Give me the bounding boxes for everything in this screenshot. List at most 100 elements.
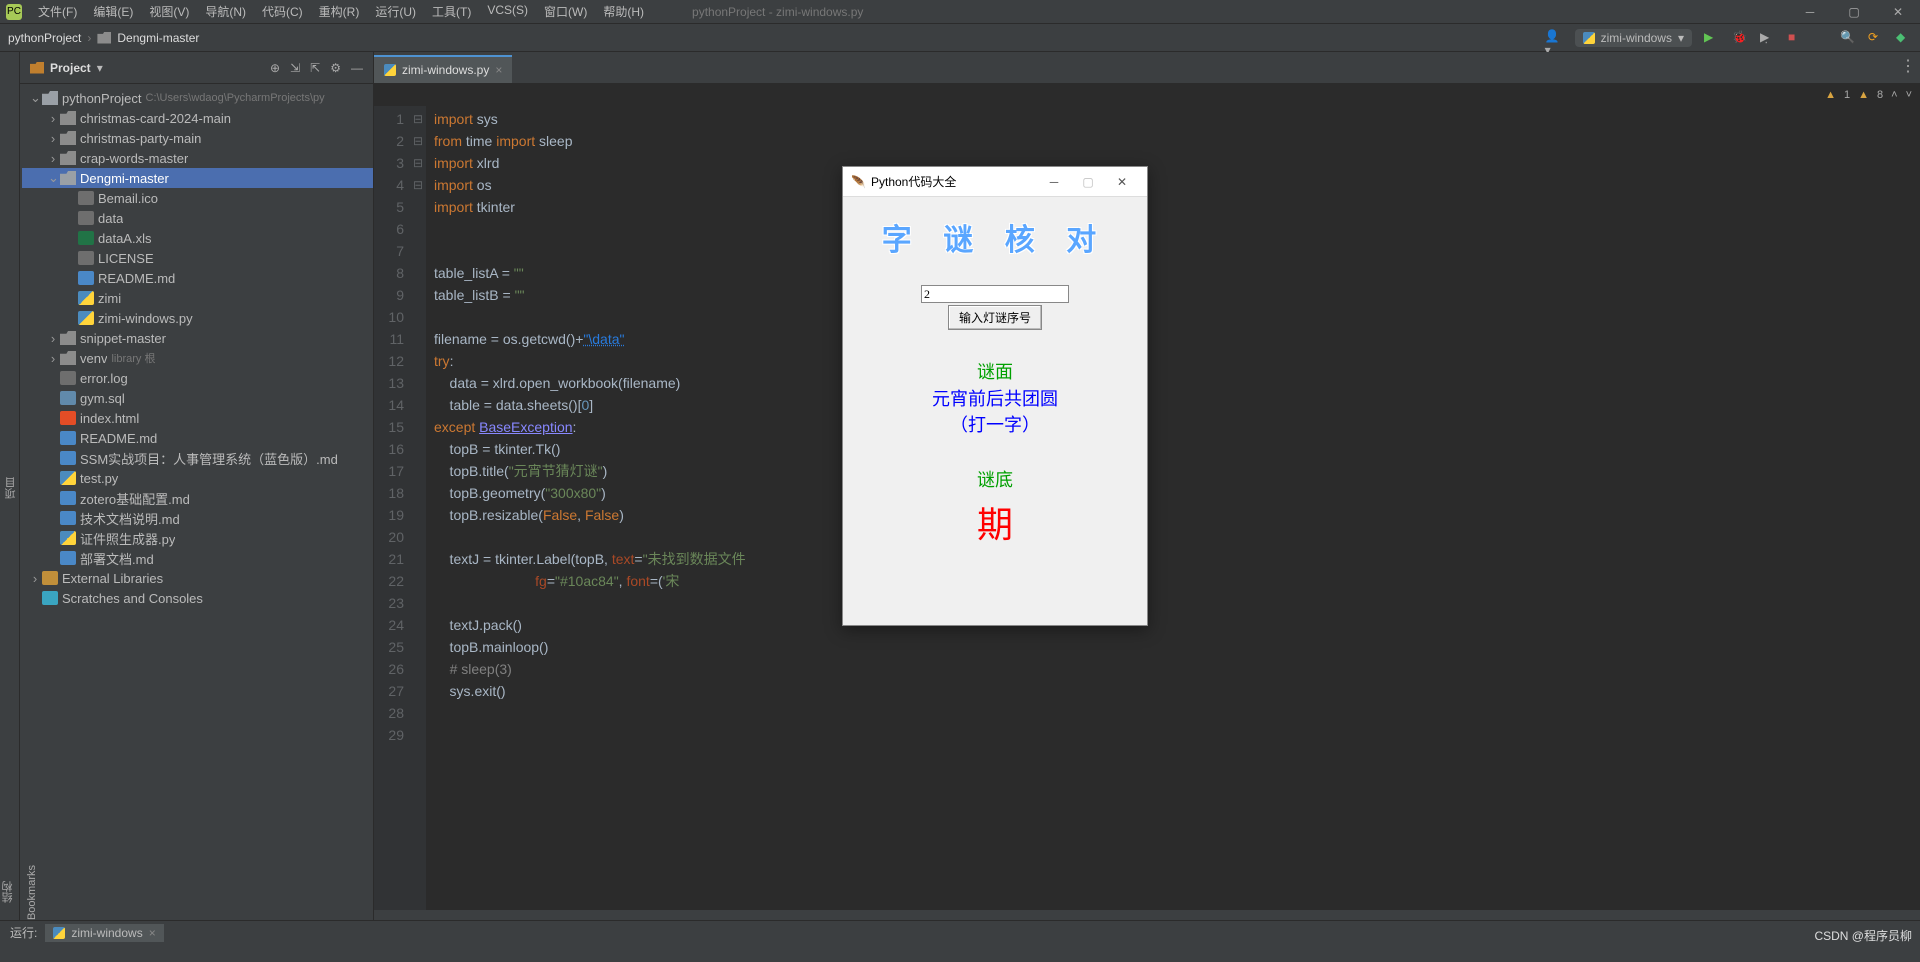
editor-tab[interactable]: zimi-windows.py ×	[374, 55, 512, 83]
tree-row[interactable]: Bemail.ico	[22, 188, 373, 208]
submit-button[interactable]: 输入灯谜序号	[948, 305, 1042, 330]
maximize-button[interactable]: ▢	[1832, 0, 1876, 24]
run-button[interactable]: ▶	[1704, 30, 1720, 46]
horizontal-scrollbar[interactable]	[374, 910, 1920, 920]
tree-row[interactable]: gym.sql	[22, 388, 373, 408]
chevron-up-icon[interactable]: ˄	[1891, 89, 1897, 101]
tree-row[interactable]: 证件照生成器.py	[22, 528, 373, 548]
tab-project[interactable]: 项目	[3, 473, 19, 503]
riddle-number-input[interactable]	[921, 285, 1069, 303]
tree-row[interactable]: dataA.xls	[22, 228, 373, 248]
popup-minimize-button[interactable]: ─	[1037, 170, 1071, 194]
tree-row[interactable]: SSM实战项目：人事管理系统（蓝色版）.md	[22, 448, 373, 468]
menu-item[interactable]: 导航(N)	[197, 3, 254, 20]
md-icon	[60, 491, 76, 505]
menu-item[interactable]: 重构(R)	[311, 3, 368, 20]
menu-item[interactable]: 帮助(H)	[595, 3, 652, 20]
popup-title-bar[interactable]: 🪶 Python代码大全 ─ ▢ ✕	[843, 167, 1147, 197]
fold-gutter[interactable]: ⊟⊟⊟⊟	[410, 106, 426, 910]
tree-row[interactable]: README.md	[22, 268, 373, 288]
close-tab-icon[interactable]: ×	[149, 926, 156, 940]
run-tab[interactable]: zimi-windows ×	[45, 924, 163, 942]
menu-item[interactable]: 文件(F)	[30, 3, 85, 20]
gear-icon[interactable]: ⚙	[330, 61, 341, 75]
menu-item[interactable]: 工具(T)	[424, 3, 479, 20]
chevron-down-icon[interactable]: ⌄	[30, 90, 40, 106]
chevron-down-icon[interactable]: ⌄	[48, 170, 58, 186]
menu-item[interactable]: 代码(C)	[254, 3, 311, 20]
tree-item-label: pythonProject	[62, 91, 142, 106]
toolbox-icon[interactable]: ◆	[1896, 30, 1912, 46]
folder-icon	[60, 351, 76, 365]
tree-item-label: Dengmi-master	[80, 171, 169, 186]
tree-row[interactable]: data	[22, 208, 373, 228]
tree-row[interactable]: 部署文档.md	[22, 548, 373, 568]
popup-close-button[interactable]: ✕	[1105, 170, 1139, 194]
tree-row[interactable]: error.log	[22, 368, 373, 388]
close-button[interactable]: ✕	[1876, 0, 1920, 24]
menu-item[interactable]: VCS(S)	[479, 3, 536, 20]
tree-row[interactable]: 技术文档说明.md	[22, 508, 373, 528]
debug-button[interactable]: 🐞	[1732, 30, 1748, 46]
minimize-button[interactable]: ─	[1788, 0, 1832, 24]
menu-item[interactable]: 编辑(E)	[85, 3, 141, 20]
python-icon	[53, 927, 65, 939]
select-open-file-icon[interactable]: ⊕	[270, 61, 280, 75]
popup-maximize-button[interactable]: ▢	[1071, 170, 1105, 194]
tree-row[interactable]: ›christmas-card-2024-main	[22, 108, 373, 128]
tree-row[interactable]: test.py	[22, 468, 373, 488]
tree-item-label: Scratches and Consoles	[62, 591, 203, 606]
run-with-coverage-button[interactable]: ▶̣	[1760, 30, 1776, 46]
tree-row[interactable]: zimi-windows.py	[22, 308, 373, 328]
collapse-all-icon[interactable]: ⇱	[310, 61, 320, 75]
weak-warning-icon[interactable]: ▲	[1858, 89, 1869, 101]
html-icon	[60, 411, 76, 425]
chevron-down-icon[interactable]: ▾	[97, 61, 103, 75]
search-icon[interactable]: 🔍	[1840, 30, 1856, 46]
tree-item-label: snippet-master	[80, 331, 166, 346]
breadcrumb-item[interactable]: pythonProject	[8, 31, 81, 45]
tree-row[interactable]: zimi	[22, 288, 373, 308]
tab-structure[interactable]: 结构	[0, 881, 16, 903]
close-tab-icon[interactable]: ×	[495, 63, 502, 77]
tab-bookmarks[interactable]: Bookmarks	[26, 865, 38, 920]
chevron-down-icon[interactable]: ˅	[1906, 89, 1912, 101]
breadcrumb-item[interactable]: Dengmi-master	[117, 31, 199, 45]
tree-row[interactable]: ›venvlibrary 根	[22, 348, 373, 368]
editor-more-icon[interactable]: ⋮	[1900, 56, 1916, 76]
python-icon	[1583, 32, 1595, 44]
code-content[interactable]: import sysfrom time import sleepimport x…	[426, 106, 1920, 910]
tree-row[interactable]: index.html	[22, 408, 373, 428]
tree-row[interactable]: ⌄pythonProjectC:\Users\wdaog\PycharmProj…	[22, 88, 373, 108]
python-icon	[384, 64, 396, 76]
tree-row[interactable]: Scratches and Consoles	[22, 588, 373, 608]
tree-row[interactable]: ›christmas-party-main	[22, 128, 373, 148]
menu-item[interactable]: 视图(V)	[141, 3, 197, 20]
popup-heading: 字 谜 核 对	[882, 215, 1109, 259]
account-icon[interactable]: 👤▾	[1545, 29, 1563, 47]
tree-row[interactable]: README.md	[22, 428, 373, 448]
expand-all-icon[interactable]: ⇲	[290, 61, 300, 75]
chevron-right-icon[interactable]: ›	[48, 331, 58, 346]
chevron-right-icon[interactable]: ›	[48, 151, 58, 166]
stop-button[interactable]: ■	[1788, 30, 1804, 46]
tree-row[interactable]: ›crap-words-master	[22, 148, 373, 168]
chevron-right-icon[interactable]: ›	[30, 571, 40, 586]
tree-row[interactable]: zotero基础配置.md	[22, 488, 373, 508]
chevron-right-icon[interactable]: ›	[48, 131, 58, 146]
project-tree[interactable]: ⌄pythonProjectC:\Users\wdaog\PycharmProj…	[20, 84, 373, 920]
hide-panel-icon[interactable]: —	[351, 61, 363, 75]
menu-item[interactable]: 窗口(W)	[536, 3, 595, 20]
tree-row[interactable]: ›External Libraries	[22, 568, 373, 588]
update-icon[interactable]: ⟳	[1868, 30, 1884, 46]
tree-row[interactable]: › snippet-master	[22, 328, 373, 348]
run-bar-label: 运行:	[10, 924, 37, 941]
py-icon	[78, 291, 94, 305]
warning-triangle-icon[interactable]: ▲	[1825, 89, 1836, 101]
tree-row[interactable]: LICENSE	[22, 248, 373, 268]
menu-item[interactable]: 运行(U)	[367, 3, 424, 20]
run-configuration-selector[interactable]: zimi-windows ▾	[1575, 29, 1692, 47]
tree-row[interactable]: ⌄ Dengmi-master	[22, 168, 373, 188]
chevron-right-icon[interactable]: ›	[48, 351, 58, 366]
chevron-right-icon[interactable]: ›	[48, 111, 58, 126]
